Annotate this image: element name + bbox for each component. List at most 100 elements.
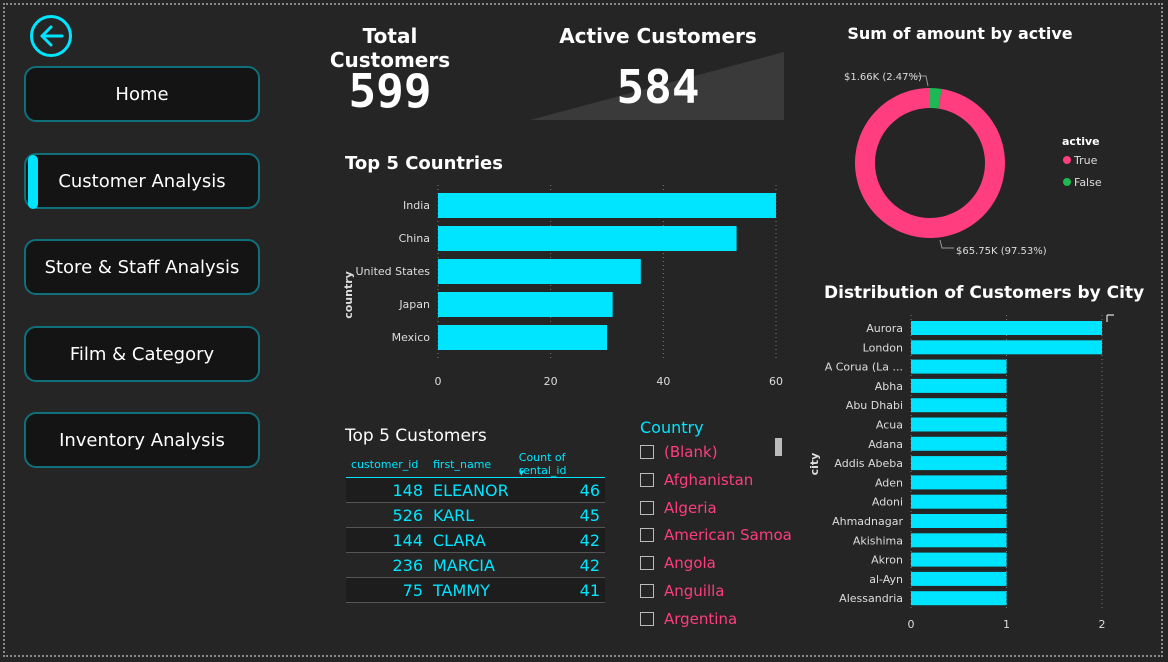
column-header-rental-count[interactable]: Count of rental_id ▼ <box>513 451 605 478</box>
city-bar[interactable] <box>911 475 1007 490</box>
countries-bar[interactable] <box>438 193 776 218</box>
table-row[interactable]: 148 ELEANOR 46 <box>346 477 605 503</box>
nav-store-staff-button[interactable]: Store & Staff Analysis <box>24 239 260 295</box>
nav-inventory-label: Inventory Analysis <box>59 429 225 451</box>
countries-bar[interactable] <box>438 259 641 284</box>
checkbox[interactable] <box>640 556 654 571</box>
slicer-item-label: American Samoa <box>664 526 792 545</box>
city-category-label: Akishima <box>853 534 903 547</box>
rental-count-cell: 41 <box>513 577 605 603</box>
top-customers-title: Top 5 Customers <box>345 426 487 446</box>
rental-count-cell: 46 <box>513 477 605 503</box>
legend-false-marker <box>1063 178 1071 186</box>
column-header-customer-id[interactable]: customer_id <box>346 451 428 478</box>
total-customers-value: 599 <box>348 64 432 118</box>
countries-category-label: Japan <box>398 298 430 311</box>
slicer-item[interactable]: (Blank) <box>640 440 718 464</box>
countries-bar[interactable] <box>438 292 613 317</box>
city-bar[interactable] <box>911 591 1007 606</box>
nav-store-staff-label: Store & Staff Analysis <box>44 256 240 278</box>
slicer-item-label: Algeria <box>664 498 717 517</box>
back-button[interactable] <box>30 15 72 57</box>
table-row[interactable]: 75 TAMMY 41 <box>346 577 605 603</box>
city-bar[interactable] <box>911 340 1102 355</box>
focus-mode-icon[interactable] <box>1106 314 1114 322</box>
nav-film-category-button[interactable]: Film & Category <box>24 326 260 382</box>
nav-home-button[interactable]: Home <box>24 66 260 122</box>
city-bar[interactable] <box>911 398 1007 413</box>
checkbox[interactable] <box>640 445 654 459</box>
city-bar[interactable] <box>911 456 1007 471</box>
donut-true-leader <box>939 239 954 249</box>
countries-y-axis-label: country <box>342 271 355 319</box>
city-bar[interactable] <box>911 533 1007 548</box>
table-row[interactable]: 236 MARCIA 42 <box>346 552 605 578</box>
city-bar[interactable] <box>911 436 1007 451</box>
slicer-item[interactable]: American Samoa <box>640 523 792 547</box>
checkbox[interactable] <box>640 472 654 487</box>
countries-bar[interactable] <box>438 325 607 350</box>
slicer-item-label: Anguilla <box>664 582 725 600</box>
donut-false-data-label: $1.66K (2.47%) <box>844 72 922 83</box>
table-row[interactable]: 144 CLARA 42 <box>346 527 605 553</box>
slicer-item[interactable]: Angola <box>640 551 716 575</box>
table-row[interactable]: 526 KARL 45 <box>346 502 605 528</box>
nav-customer-analysis-label: Customer Analysis <box>58 170 226 192</box>
rental-count-cell: 42 <box>513 552 605 578</box>
legend-true-marker <box>1063 156 1071 164</box>
arrow-left-icon <box>40 25 64 47</box>
countries-chart-title: Top 5 Countries <box>345 153 503 174</box>
city-bar[interactable] <box>911 359 1007 374</box>
checkbox[interactable] <box>640 528 654 543</box>
countries-category-label: India <box>403 199 430 212</box>
city-category-label: Acua <box>876 419 903 432</box>
slicer-item-label: Angola <box>664 554 716 573</box>
city-x-tick-label: 0 <box>908 618 915 631</box>
city-bar[interactable] <box>911 494 1007 509</box>
city-bar[interactable] <box>911 417 1007 432</box>
slicer-item-label: (Blank) <box>664 443 718 461</box>
top-customers-table: customer_id first_name Count of rental_i… <box>346 451 605 603</box>
city-bar[interactable] <box>911 514 1007 528</box>
city-bar[interactable] <box>911 321 1102 335</box>
column-header-first-name[interactable]: first_name <box>428 451 514 478</box>
slicer-item[interactable]: Afghanistan <box>640 468 753 492</box>
nav-customer-analysis-button[interactable]: Customer Analysis <box>24 153 260 209</box>
column-header-rental-count-label: Count of rental_id <box>518 451 567 477</box>
country-slicer-title: Country <box>640 418 704 437</box>
nav-inventory-button[interactable]: Inventory Analysis <box>24 412 260 468</box>
donut-chart: $1.66K (2.47%) $65.75K (97.53%) active T… <box>844 72 1102 257</box>
city-category-label: London <box>863 341 903 354</box>
city-bar[interactable] <box>911 552 1007 567</box>
city-category-label: Akron <box>871 554 903 567</box>
countries-x-tick-label: 40 <box>656 375 670 388</box>
donut-legend-title: active <box>1062 135 1100 148</box>
city-category-label: A Corua (La ... <box>825 361 903 374</box>
countries-x-tick-label: 0 <box>435 375 442 388</box>
city-category-label: Addis Abeba <box>834 457 903 470</box>
checkbox[interactable] <box>640 500 654 515</box>
rental-count-cell: 45 <box>513 502 605 528</box>
checkbox[interactable] <box>640 584 654 598</box>
city-chart-title: Distribution of Customers by City <box>824 283 1145 303</box>
slicer-item[interactable]: Argentina <box>640 607 737 631</box>
city-category-label: Abu Dhabi <box>846 399 903 412</box>
customer-id-cell: 144 <box>346 527 428 553</box>
city-category-label: al-Ayn <box>869 573 903 586</box>
nav-home-label: Home <box>115 83 169 105</box>
city-bar[interactable] <box>911 571 1007 586</box>
donut-slice-true[interactable] <box>855 88 1005 238</box>
legend-false-label: False <box>1074 176 1102 189</box>
slicer-item[interactable]: Anguilla <box>640 579 725 603</box>
donut-true-data-label: $65.75K (97.53%) <box>956 246 1047 257</box>
customer-id-cell: 148 <box>346 477 428 503</box>
countries-bar[interactable] <box>438 226 737 251</box>
city-x-tick-label: 1 <box>1003 618 1010 631</box>
country-slicer-list: (Blank) Afghanistan Algeria American Samoa A… <box>640 440 792 635</box>
city-category-label: Aden <box>875 476 903 489</box>
slicer-item[interactable]: Algeria <box>640 496 717 520</box>
checkbox[interactable] <box>640 611 654 626</box>
customer-id-cell: 526 <box>346 502 428 528</box>
city-category-label: Abha <box>875 380 903 393</box>
city-bar[interactable] <box>911 378 1007 393</box>
